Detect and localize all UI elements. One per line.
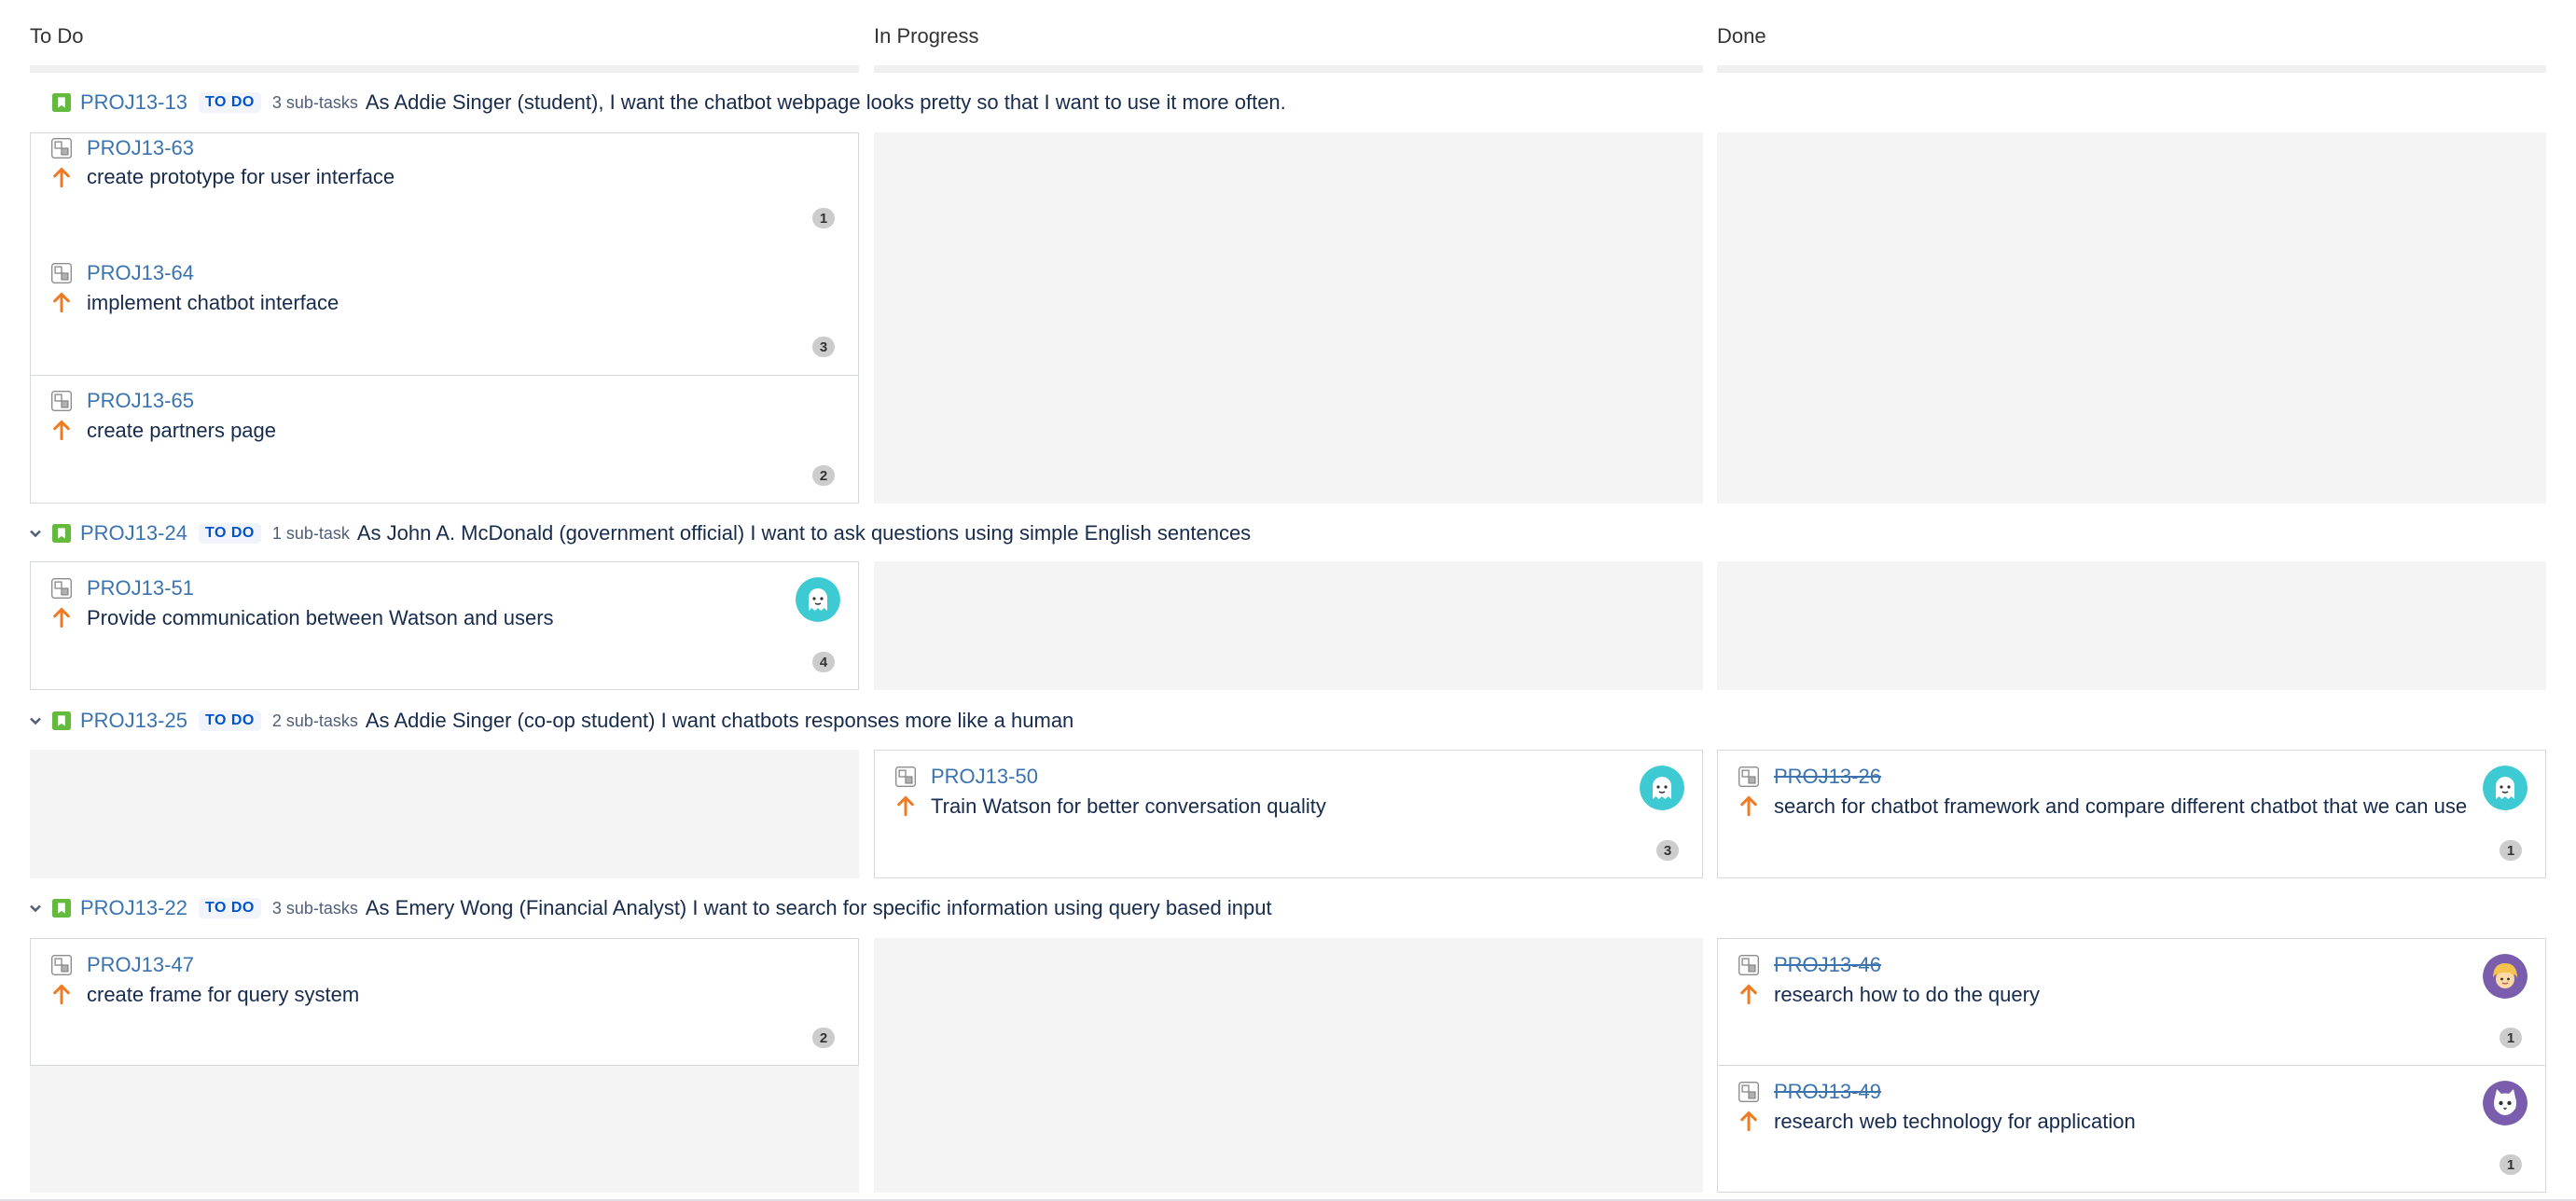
status-lozenge: TO DO <box>198 898 261 918</box>
empty-cell <box>30 750 859 878</box>
estimate-badge: 1 <box>2500 840 2522 861</box>
issue-title: create partners page <box>87 419 277 442</box>
priority-up-arrow-icon <box>897 795 914 816</box>
subtask-count: 3 sub-tasks <box>271 92 358 112</box>
priority-up-arrow-icon <box>1740 795 1757 816</box>
cat-avatar[interactable] <box>2483 1081 2528 1125</box>
subtask-icon <box>1738 766 1759 787</box>
issue-card[interactable]: PROJ13-49 research web technology for ap… <box>1717 1065 2546 1193</box>
priority-up-arrow-icon <box>53 167 70 187</box>
issue-card[interactable]: PROJ13-65 create partners page 2 <box>30 375 859 504</box>
subtask-icon <box>51 138 72 159</box>
story-icon <box>52 899 71 918</box>
issue-card[interactable]: PROJ13-51 Provide communication between … <box>30 561 859 690</box>
story-key[interactable]: PROJ13-22 <box>80 896 187 920</box>
issue-title: Train Watson for better conversation qua… <box>931 794 1326 818</box>
swimlane-header[interactable]: PROJ13-24 TO DO 1 sub-task As John A. Mc… <box>26 515 1251 552</box>
empty-cell <box>1717 561 2546 690</box>
issue-key[interactable]: PROJ13-64 <box>87 261 194 285</box>
empty-cell <box>874 561 1703 690</box>
story-summary: As Addie Singer (co-op student) I want c… <box>365 709 1074 732</box>
swimlane-header[interactable]: PROJ13-13 TO DO 3 sub-tasks As Addie Sin… <box>26 84 1286 121</box>
story-summary: As John A. McDonald (government official… <box>356 521 1252 545</box>
estimate-badge: 1 <box>2500 1154 2522 1175</box>
issue-key[interactable]: PROJ13-51 <box>87 576 194 600</box>
estimate-badge: 1 <box>812 208 835 228</box>
issue-card[interactable]: PROJ13-64 implement chatbot interface 3 <box>30 248 859 376</box>
subtask-count: 3 sub-tasks <box>271 898 358 918</box>
swimlane-header[interactable]: PROJ13-25 TO DO 2 sub-tasks As Addie Sin… <box>26 702 1073 739</box>
priority-up-arrow-icon <box>53 607 70 628</box>
subtask-count: 2 sub-tasks <box>271 711 358 730</box>
issue-title: search for chatbot framework and compare… <box>1774 794 2468 818</box>
estimate-badge: 3 <box>1656 840 1679 861</box>
story-icon <box>52 711 71 730</box>
subtask-icon <box>1738 1082 1759 1102</box>
column-strip-todo <box>30 65 859 73</box>
priority-up-arrow-icon <box>53 984 70 1004</box>
issue-card[interactable]: PROJ13-47 create frame for query system … <box>30 938 859 1066</box>
ghost-avatar[interactable] <box>796 577 840 622</box>
subtask-count: 1 sub-task <box>271 523 350 543</box>
story-key[interactable]: PROJ13-13 <box>80 90 187 115</box>
subtask-icon <box>895 766 916 787</box>
issue-card[interactable]: PROJ13-46 research how to do the query 1 <box>1717 938 2546 1066</box>
empty-cell <box>1717 132 2546 504</box>
story-key[interactable]: PROJ13-24 <box>80 521 187 545</box>
ghost-avatar[interactable] <box>1640 766 1684 810</box>
column-strip-in-progress <box>874 65 1703 73</box>
priority-up-arrow-icon <box>53 292 70 312</box>
ghost-avatar[interactable] <box>2483 766 2528 810</box>
empty-cell <box>874 132 1703 504</box>
issue-title: create prototype for user interface <box>87 165 395 188</box>
subtask-icon <box>51 955 72 975</box>
status-lozenge: TO DO <box>198 523 261 544</box>
subtask-icon <box>51 263 72 283</box>
status-lozenge: TO DO <box>198 711 261 731</box>
story-summary: As Emery Wong (Financial Analyst) I want… <box>365 896 1272 919</box>
estimate-badge: 4 <box>812 652 835 672</box>
issue-title: implement chatbot interface <box>87 291 339 314</box>
column-header-todo: To Do <box>30 24 84 48</box>
issue-title: create frame for query system <box>87 983 360 1006</box>
issue-key[interactable]: PROJ13-63 <box>87 136 194 160</box>
chevron-down-icon[interactable] <box>26 524 45 543</box>
subtask-icon <box>51 391 72 411</box>
column-header-done: Done <box>1717 24 1766 48</box>
issue-title: research how to do the query <box>1774 983 2040 1006</box>
subtask-icon <box>51 578 72 599</box>
story-key[interactable]: PROJ13-25 <box>80 709 187 733</box>
priority-up-arrow-icon <box>1740 984 1757 1004</box>
issue-key[interactable]: PROJ13-50 <box>931 765 1038 789</box>
issue-key[interactable]: PROJ13-26 <box>1774 765 1881 789</box>
issue-key[interactable]: PROJ13-47 <box>87 953 194 977</box>
issue-card[interactable]: PROJ13-63 create prototype for user inte… <box>30 132 859 249</box>
column-header-in-progress: In Progress <box>874 24 979 48</box>
blonde-person-avatar[interactable] <box>2483 954 2528 999</box>
estimate-badge: 1 <box>2500 1028 2522 1048</box>
issue-card[interactable]: PROJ13-50 Train Watson for better conver… <box>874 750 1703 878</box>
chevron-down-icon[interactable] <box>26 711 45 730</box>
issue-title: Provide communication between Watson and… <box>87 606 554 629</box>
estimate-badge: 2 <box>812 1028 835 1048</box>
issue-key[interactable]: PROJ13-46 <box>1774 953 1881 977</box>
issue-title: research web technology for application <box>1774 1110 2136 1133</box>
estimate-badge: 3 <box>812 337 835 357</box>
swimlane-header[interactable]: PROJ13-22 TO DO 3 sub-tasks As Emery Won… <box>26 890 1272 927</box>
subtask-icon <box>1738 955 1759 975</box>
issue-key[interactable]: PROJ13-49 <box>1774 1080 1881 1104</box>
story-icon <box>52 524 71 543</box>
issue-card[interactable]: PROJ13-26 search for chatbot framework a… <box>1717 750 2546 878</box>
estimate-badge: 2 <box>812 465 835 486</box>
priority-up-arrow-icon <box>1740 1111 1757 1131</box>
chevron-down-icon[interactable] <box>26 899 45 918</box>
column-strip-done <box>1717 65 2546 73</box>
issue-key[interactable]: PROJ13-65 <box>87 389 194 413</box>
empty-cell <box>874 938 1703 1193</box>
story-summary: As Addie Singer (student), I want the ch… <box>365 90 1286 114</box>
story-icon <box>52 93 71 112</box>
priority-up-arrow-icon <box>53 420 70 440</box>
status-lozenge: TO DO <box>198 92 261 113</box>
